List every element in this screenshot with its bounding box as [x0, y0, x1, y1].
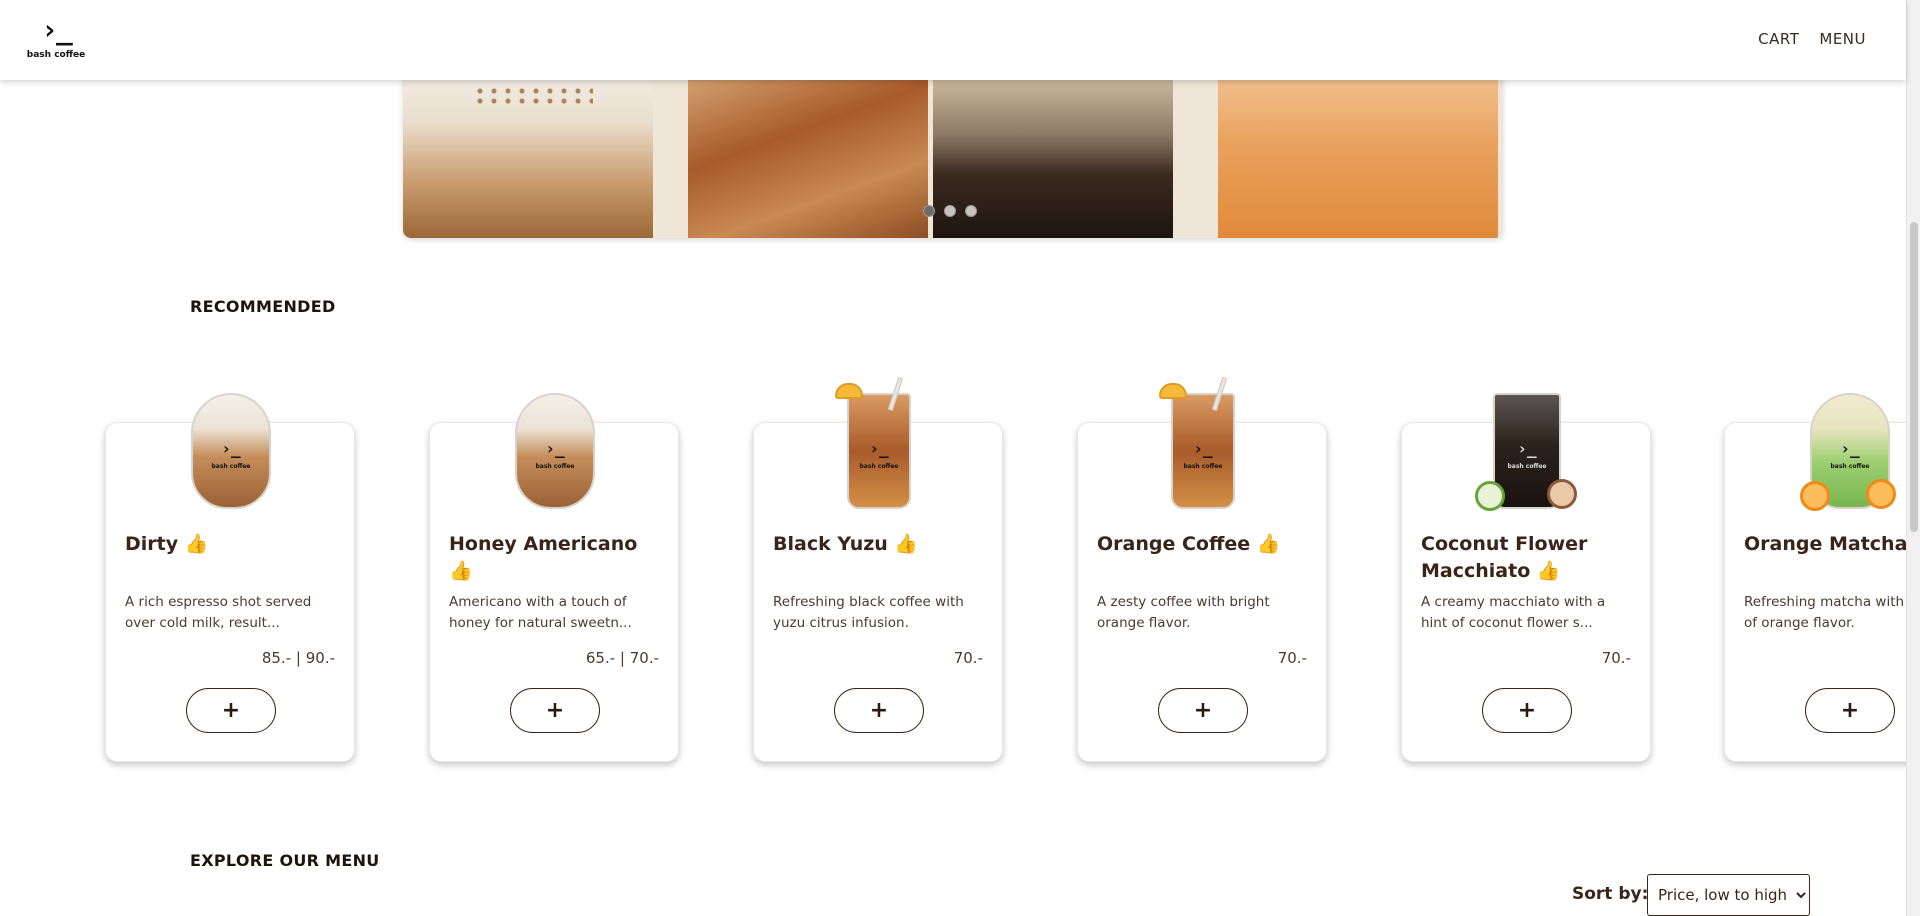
carousel-dot-1[interactable]	[923, 205, 935, 217]
explore-menu-title: EXPLORE OUR MENU	[190, 851, 380, 870]
add-to-cart-button[interactable]: +	[834, 688, 924, 733]
add-to-cart-button[interactable]: +	[1158, 688, 1248, 733]
banner-orange-drink-image	[1218, 63, 1498, 238]
product-name: Orange Coffee 👍	[1097, 533, 1281, 555]
plus-icon: +	[1840, 697, 1860, 723]
product-card[interactable]: ›_ bash coffee Dirty 👍 A rich espresso sh…	[105, 393, 355, 762]
product-name: Honey Americano 👍	[449, 533, 638, 582]
product-price: 85.- | 90.-	[261, 649, 335, 667]
plus-icon: +	[869, 697, 889, 723]
product-price: 70.-	[953, 649, 983, 667]
nav-cart-link[interactable]: CART	[1758, 30, 1799, 48]
product-card[interactable]: ›_ bash coffee Honey Americano 👍 American…	[429, 393, 679, 762]
product-card[interactable]: ›_ bash coffee Black Yuzu 👍 Refreshing bl…	[753, 377, 1003, 762]
product-price: 65.- | 70.-	[585, 649, 659, 667]
product-description: A rich espresso shot served over cold mi…	[125, 594, 312, 631]
add-to-cart-button[interactable]: +	[1805, 688, 1895, 733]
add-to-cart-button[interactable]: +	[1482, 688, 1572, 733]
product-price: 70.-	[1601, 649, 1631, 667]
logo-text: bash coffee	[26, 50, 86, 60]
nav-menu-link[interactable]: MENU	[1819, 30, 1866, 48]
orange-icon	[1866, 479, 1896, 509]
terminal-prompt-icon: ›_	[41, 13, 73, 46]
site-header: ›_ bash coffee CART MENU	[0, 0, 1906, 80]
orange-icon	[1800, 481, 1830, 511]
product-card[interactable]: ›_ bash coffee Orange Coffee 👍 A zesty co…	[1077, 377, 1327, 762]
carousel-dot-2[interactable]	[944, 205, 956, 217]
page-scrollbar[interactable]	[1906, 0, 1920, 916]
sort-label: Sort by:	[1572, 884, 1649, 904]
carousel-dot-3[interactable]	[965, 205, 977, 217]
add-to-cart-button[interactable]: +	[186, 688, 276, 733]
matcha-glass-icon: ›_ bash coffee	[1800, 381, 1900, 511]
banner-latte-image	[403, 58, 653, 238]
add-to-cart-button[interactable]: +	[510, 688, 600, 733]
latte-glass-icon: ›_ bash coffee	[505, 381, 605, 511]
orange-slice-icon	[1159, 383, 1187, 399]
banner-iced-coffee-image	[688, 68, 928, 238]
plus-icon: +	[1517, 697, 1537, 723]
coconut-icon	[1475, 481, 1505, 511]
product-price: 70.-	[1277, 649, 1307, 667]
page: ›_ bash coffee CART MENU RECOMMENDED ›_ b…	[0, 0, 1920, 916]
recommended-title: RECOMMENDED	[190, 297, 336, 316]
product-name: Orange Matcha 👍	[1744, 533, 1920, 555]
sort-select[interactable]: Price, low to high	[1647, 874, 1810, 916]
scrollbar-thumb[interactable]	[1910, 222, 1918, 532]
product-name: Dirty 👍	[125, 533, 209, 555]
iced-yuzu-glass-icon: ›_ bash coffee	[829, 377, 929, 511]
plus-icon: +	[221, 697, 241, 723]
plus-icon: +	[1193, 697, 1213, 723]
latte-glass-icon: ›_ bash coffee	[181, 381, 281, 511]
product-description: A zesty coffee with bright orange flavor…	[1097, 594, 1270, 631]
logo[interactable]: ›_ bash coffee	[26, 14, 86, 66]
coconut-icon	[1547, 479, 1577, 509]
iced-orange-glass-icon: ›_ bash coffee	[1153, 377, 1253, 511]
product-description: Refreshing black coffee with yuzu citrus…	[773, 594, 964, 631]
plus-icon: +	[545, 697, 565, 723]
product-card[interactable]: ›_ bash coffee Orange Matcha 👍 Refreshing…	[1724, 393, 1920, 762]
product-description: Refreshing matcha with a hint of orange …	[1744, 594, 1920, 631]
carousel-indicators	[923, 205, 977, 217]
product-card[interactable]: ›_ bash coffee Coconut Flower Macchiato 👍…	[1401, 393, 1651, 762]
product-name: Black Yuzu 👍	[773, 533, 919, 555]
lemon-slice-icon	[835, 383, 863, 399]
product-description: Americano with a touch of honey for natu…	[449, 594, 632, 631]
product-name: Coconut Flower Macchiato 👍	[1421, 533, 1588, 582]
product-description: A creamy macchiato with a hint of coconu…	[1421, 594, 1606, 631]
top-nav: CART MENU	[1758, 30, 1866, 48]
iced-coconut-glass-icon: ›_ bash coffee	[1475, 381, 1577, 511]
